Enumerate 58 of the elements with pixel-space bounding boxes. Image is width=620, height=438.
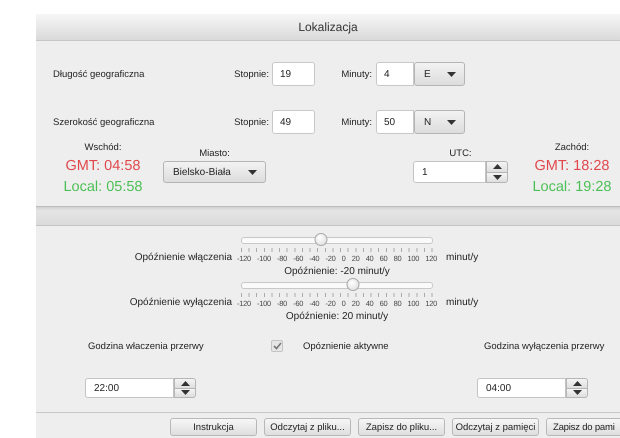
increment-button[interactable]	[174, 378, 196, 388]
window-title: Lokalizacja	[36, 14, 620, 41]
slider-label: Opóźnienie włączenia	[134, 252, 233, 264]
decrement-button[interactable]	[486, 172, 508, 183]
up-arrow-icon	[492, 164, 502, 170]
footer-button[interactable]: Zapisz do pami	[546, 418, 620, 436]
up-arrow-icon	[572, 380, 582, 386]
utc-field[interactable]: 1	[413, 161, 486, 183]
direction-dropdown[interactable]: E	[414, 62, 465, 86]
down-arrow-icon	[492, 174, 502, 180]
unit-label: minut/y	[445, 252, 478, 264]
caret-icon	[447, 72, 456, 76]
down-arrow-icon	[180, 390, 190, 396]
slider-handle[interactable]	[314, 233, 328, 246]
increment-button[interactable]	[566, 378, 588, 388]
local-time: Local: 05:58	[63, 178, 142, 197]
degrees-field[interactable]: 19	[272, 62, 315, 86]
up-arrow-icon	[180, 380, 190, 386]
coordinate-label: Szerokość geograficzna	[53, 116, 156, 128]
degrees-field[interactable]: 49	[272, 110, 315, 134]
minutes-field[interactable]: 4	[376, 62, 414, 86]
utc-label: UTC:	[449, 148, 472, 159]
footer-button[interactable]: Odczytaj z pamięci	[452, 418, 539, 436]
sunrise-label: Wschód:	[84, 142, 122, 153]
delay-reading: Opóźnienie: 20 minut/y	[284, 311, 390, 322]
minutes-field[interactable]: 50	[376, 110, 414, 134]
checkbox-label: Opóznienie aktywne	[303, 340, 390, 352]
footer-button[interactable]: Instrukcja	[170, 418, 257, 436]
time-field[interactable]: 22:00	[85, 378, 174, 398]
checkbox[interactable]	[271, 340, 283, 352]
gmt-time: GMT: 18:28	[534, 157, 610, 176]
unit-label: minut/y	[445, 297, 478, 309]
caret-icon	[248, 170, 257, 174]
sunset-label: Zachód:	[554, 142, 590, 153]
slider-label: Opóźnienie wyłączenia	[128, 297, 233, 309]
delay-reading: Opóźnienie: -20 minut/y	[283, 266, 391, 277]
local-time: Local: 19:28	[532, 178, 612, 197]
city-dropdown[interactable]: Bielsko-Biała	[163, 161, 266, 183]
slider-handle[interactable]	[346, 278, 360, 291]
gmt-time: GMT: 04:58	[66, 157, 140, 176]
caret-icon	[447, 120, 456, 124]
break-start-label: Godzina właczenia przerwy	[88, 340, 205, 352]
direction-dropdown[interactable]: N	[414, 110, 465, 134]
decrement-button[interactable]	[174, 388, 196, 398]
minutes-label: Minuty:	[340, 116, 372, 128]
minutes-label: Minuty:	[340, 68, 372, 80]
decrement-button[interactable]	[566, 388, 588, 398]
break-end-label: Godzina wyłączenia przerwy	[484, 340, 604, 352]
time-field[interactable]: 04:00	[477, 378, 566, 398]
coordinate-label: Długość geograficzna	[53, 68, 146, 80]
degrees-label: Stopnie:	[233, 68, 269, 80]
down-arrow-icon	[572, 390, 582, 396]
degrees-label: Stopnie:	[233, 116, 269, 128]
increment-button[interactable]	[486, 161, 508, 172]
checkmark-icon	[272, 342, 282, 350]
footer-button[interactable]: Odczytaj z pliku...	[264, 418, 351, 436]
city-label: Miasto:	[199, 148, 230, 159]
footer-button[interactable]: Zapisz do pliku...	[358, 418, 445, 436]
